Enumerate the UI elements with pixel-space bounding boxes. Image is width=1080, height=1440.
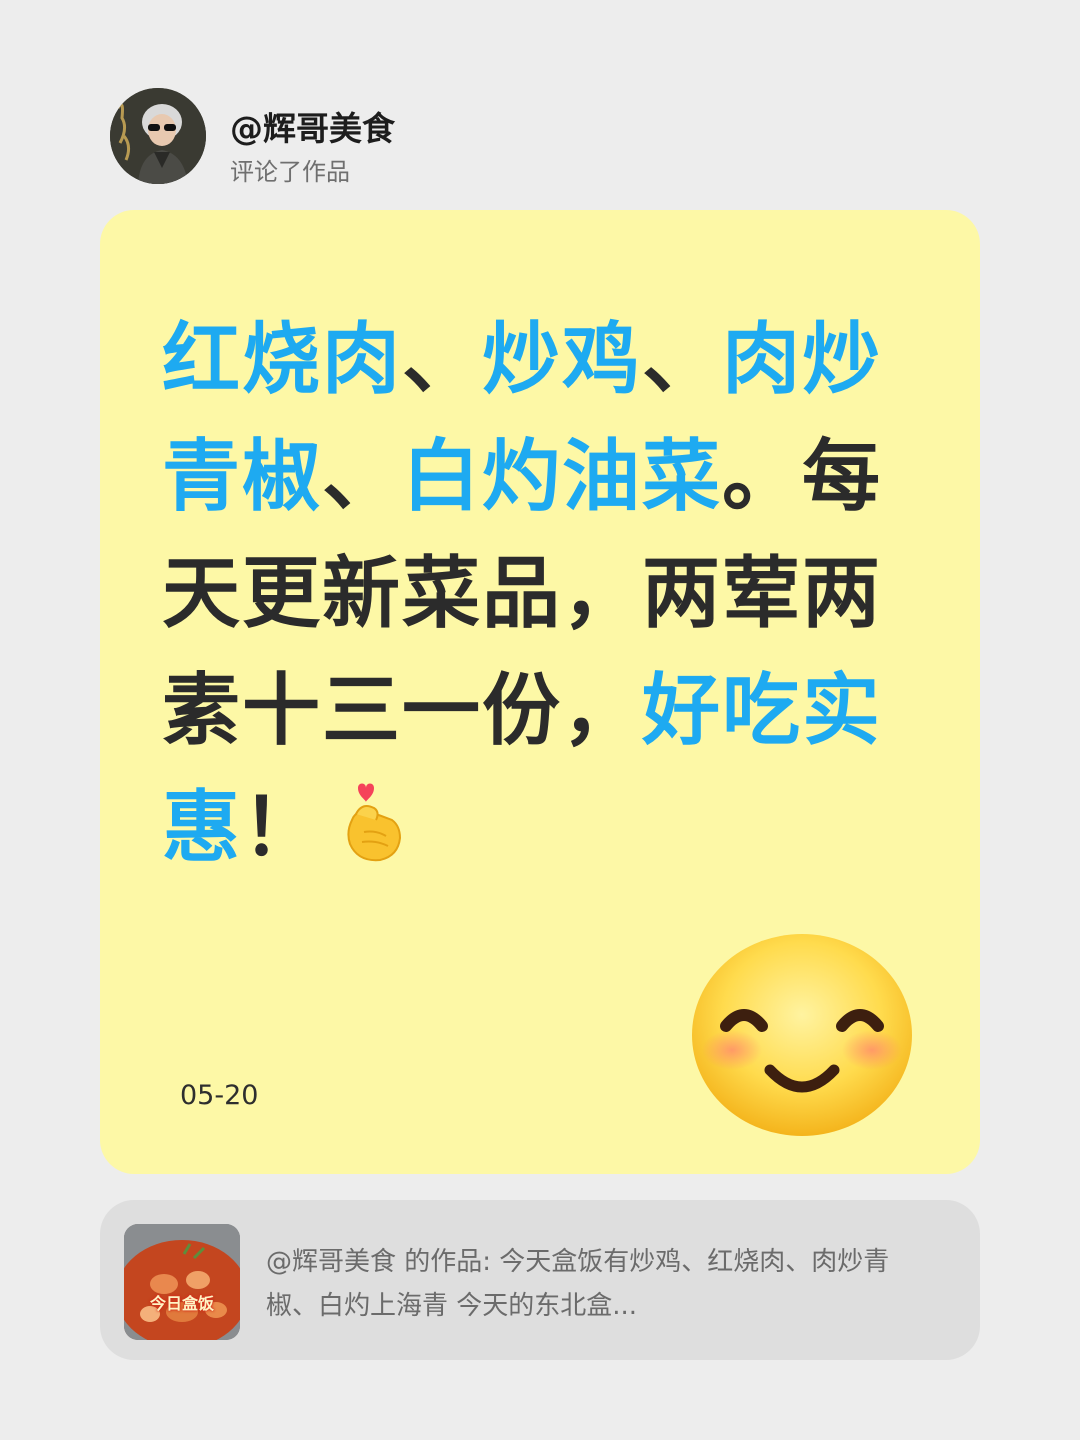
food-image-icon xyxy=(124,1224,240,1340)
comment-segment: 、 xyxy=(642,315,723,405)
comment-segment: 、 xyxy=(402,315,483,405)
thumbnail-label: 今日盒饭 xyxy=(149,1294,214,1313)
smiling-face-icon xyxy=(690,932,914,1138)
comment-action-label: 评论了作品 xyxy=(230,158,350,186)
referenced-work-text[interactable]: @辉哥美食 的作品: 今天盒饭有炒鸡、红烧肉、肉炒青椒、白灼上海青 今天的东北盒… xyxy=(266,1240,926,1328)
avatar[interactable] xyxy=(110,88,206,184)
avatar-portrait-icon xyxy=(110,88,206,184)
referenced-work-card[interactable]: 今日盒饭 @辉哥美食 的作品: 今天盒饭有炒鸡、红烧肉、肉炒青椒、白灼上海青 今… xyxy=(100,1200,980,1360)
comment-segment: 、 xyxy=(322,432,403,522)
work-thumbnail[interactable]: 今日盒饭 xyxy=(124,1224,240,1340)
comment-segment: 红烧肉 xyxy=(162,315,403,405)
comment-date: 05-20 xyxy=(180,1080,259,1111)
username[interactable]: @辉哥美食 xyxy=(230,102,395,150)
finger-heart-icon xyxy=(336,780,406,864)
comment-segment: ！ xyxy=(242,783,323,873)
comment-text: 红烧肉、炒鸡、肉炒青椒、白灼油菜。每天更新菜品，两荤两素十三一份，好吃实惠！ xyxy=(162,302,922,887)
comment-segment: 白灼油菜 xyxy=(402,432,723,522)
comment-card: 红烧肉、炒鸡、肉炒青椒、白灼油菜。每天更新菜品，两荤两素十三一份，好吃实惠！ 0… xyxy=(100,210,980,1174)
comment-segment: 炒鸡 xyxy=(482,315,643,405)
comment-header: @辉哥美食 评论了作品 xyxy=(110,88,910,188)
